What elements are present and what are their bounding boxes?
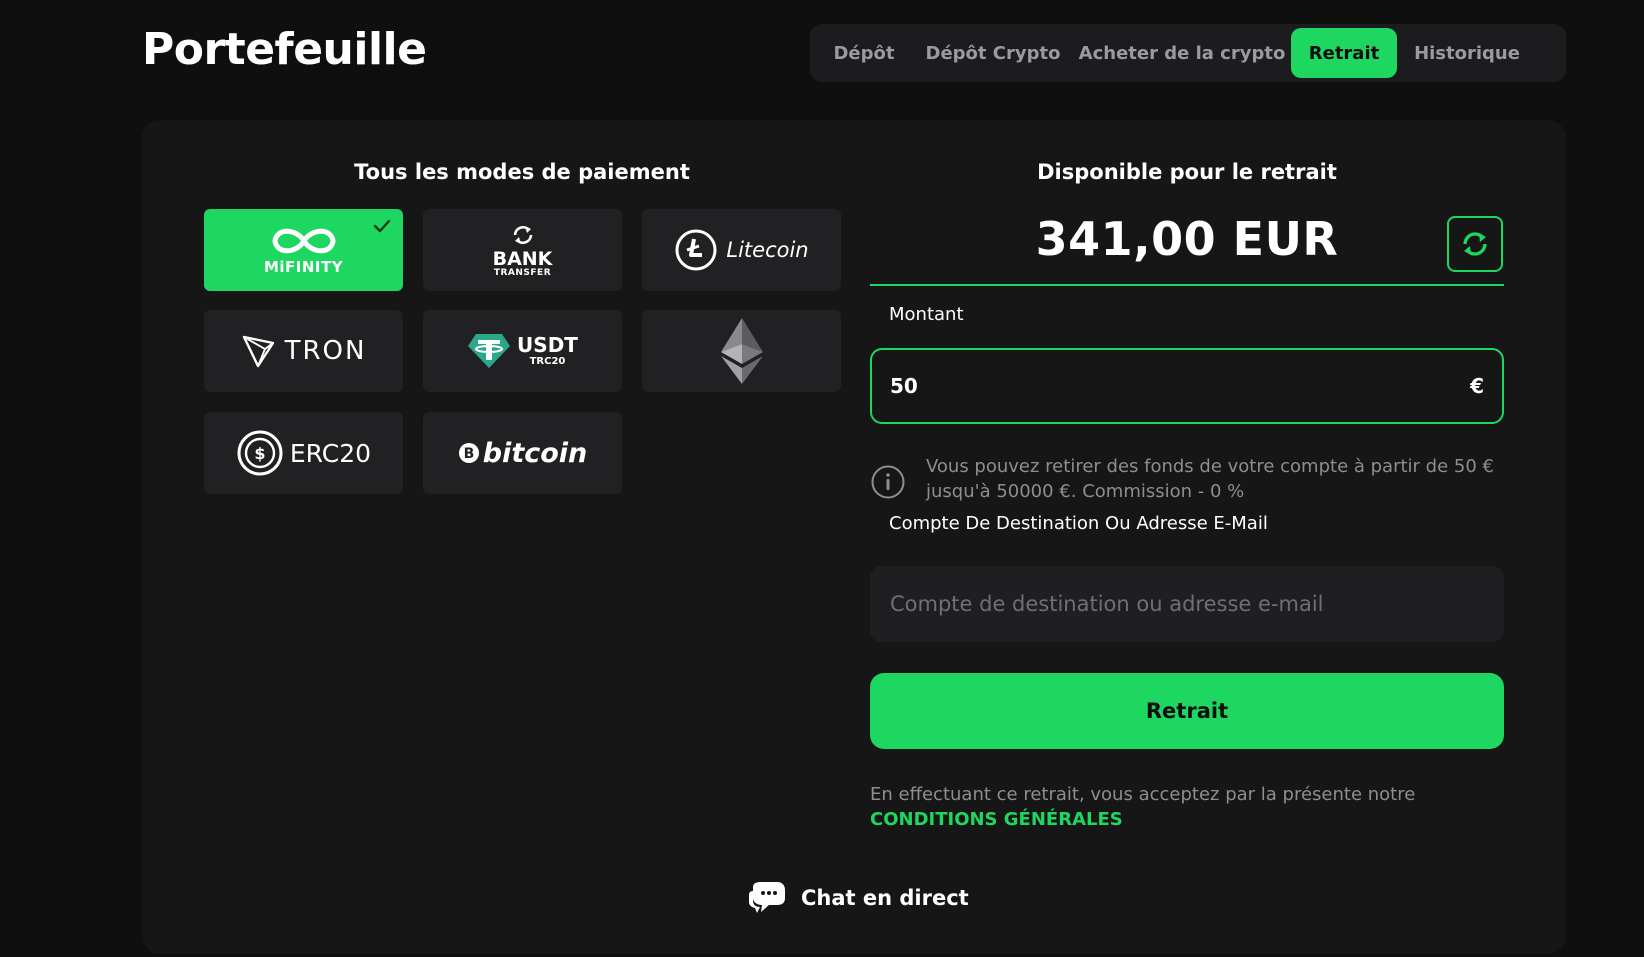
available-label: Disponible pour le retrait [1037,160,1337,184]
live-chat-button[interactable]: Chat en direct [747,876,969,920]
tab-depot[interactable]: Dépôt [815,28,913,78]
usdt-logo: USDT TRC20 [467,332,578,370]
erc20-logo: $ ERC20 [236,429,371,477]
usdc-icon: $ [237,430,283,476]
bitcoin-logo: B bitcoin [458,438,587,469]
tab-retrait[interactable]: Retrait [1291,28,1397,78]
infinity-icon [271,228,336,254]
withdrawal-card: Tous les modes de paiement MiFINITY BANK… [142,120,1566,954]
payment-method-bitcoin[interactable]: B bitcoin [423,412,622,494]
terms-link[interactable]: CONDITIONS GÉNÉRALES [870,807,1510,832]
bank-transfer-logo: BANK TRANSFER [493,222,552,278]
litecoin-logo: Litecoin [674,228,809,272]
destination-label: Compte De Destination Ou Adresse E-Mail [889,513,1268,534]
svg-text:B: B [463,446,474,462]
info-icon [871,465,905,499]
transfer-arrows-icon [513,226,532,244]
amount-input[interactable]: 50 € [870,348,1504,424]
payment-method-litecoin[interactable]: Litecoin [642,209,841,291]
payment-method-bank-transfer[interactable]: BANK TRANSFER [423,209,622,291]
chat-bubble-icon [749,882,785,913]
page-title: Portefeuille [142,24,427,75]
currency-symbol: € [1470,374,1484,398]
terms-text: En effectuant ce retrait, vous acceptez … [870,784,1416,805]
svg-text:$: $ [254,444,265,463]
destination-input[interactable] [870,566,1504,642]
tether-icon [468,334,511,368]
tab-depot-crypto[interactable]: Dépôt Crypto [913,28,1073,78]
payment-methods-title: Tous les modes de paiement [354,160,690,184]
chat-label: Chat en direct [801,886,969,910]
bitcoin-icon: B [458,443,479,463]
tron-icon [242,335,274,368]
balance-amount: 341,00 EUR [1035,212,1339,266]
tab-historique[interactable]: Historique [1397,28,1537,78]
terms-notice: En effectuant ce retrait, vous acceptez … [870,782,1510,832]
refresh-icon [1463,232,1487,256]
mifinity-logo: MiFINITY [264,224,343,276]
payment-method-ethereum[interactable] [642,310,841,392]
tab-acheter-crypto[interactable]: Acheter de la crypto [1073,28,1291,78]
refresh-balance-button[interactable] [1447,216,1503,272]
payment-method-tron[interactable]: TRON [204,310,403,392]
balance-divider [870,284,1504,286]
check-icon [373,219,391,233]
wallet-tabs: Dépôt Dépôt Crypto Acheter de la crypto … [810,24,1566,82]
withdrawal-limits-info: Vous pouvez retirer des fonds de votre c… [926,456,1494,502]
withdraw-submit-button[interactable]: Retrait [870,673,1504,749]
payment-method-usdt-trc20[interactable]: USDT TRC20 [423,310,622,392]
wallet-page: Portefeuille Dépôt Dépôt Crypto Acheter … [0,0,1644,957]
payment-method-mifinity[interactable]: MiFINITY [204,209,403,291]
ethereum-icon [720,318,763,384]
amount-label: Montant [889,304,964,325]
amount-value: 50 [890,374,918,398]
tron-logo: TRON [241,333,367,369]
payment-method-erc20[interactable]: $ ERC20 [204,412,403,494]
litecoin-icon [675,229,717,271]
